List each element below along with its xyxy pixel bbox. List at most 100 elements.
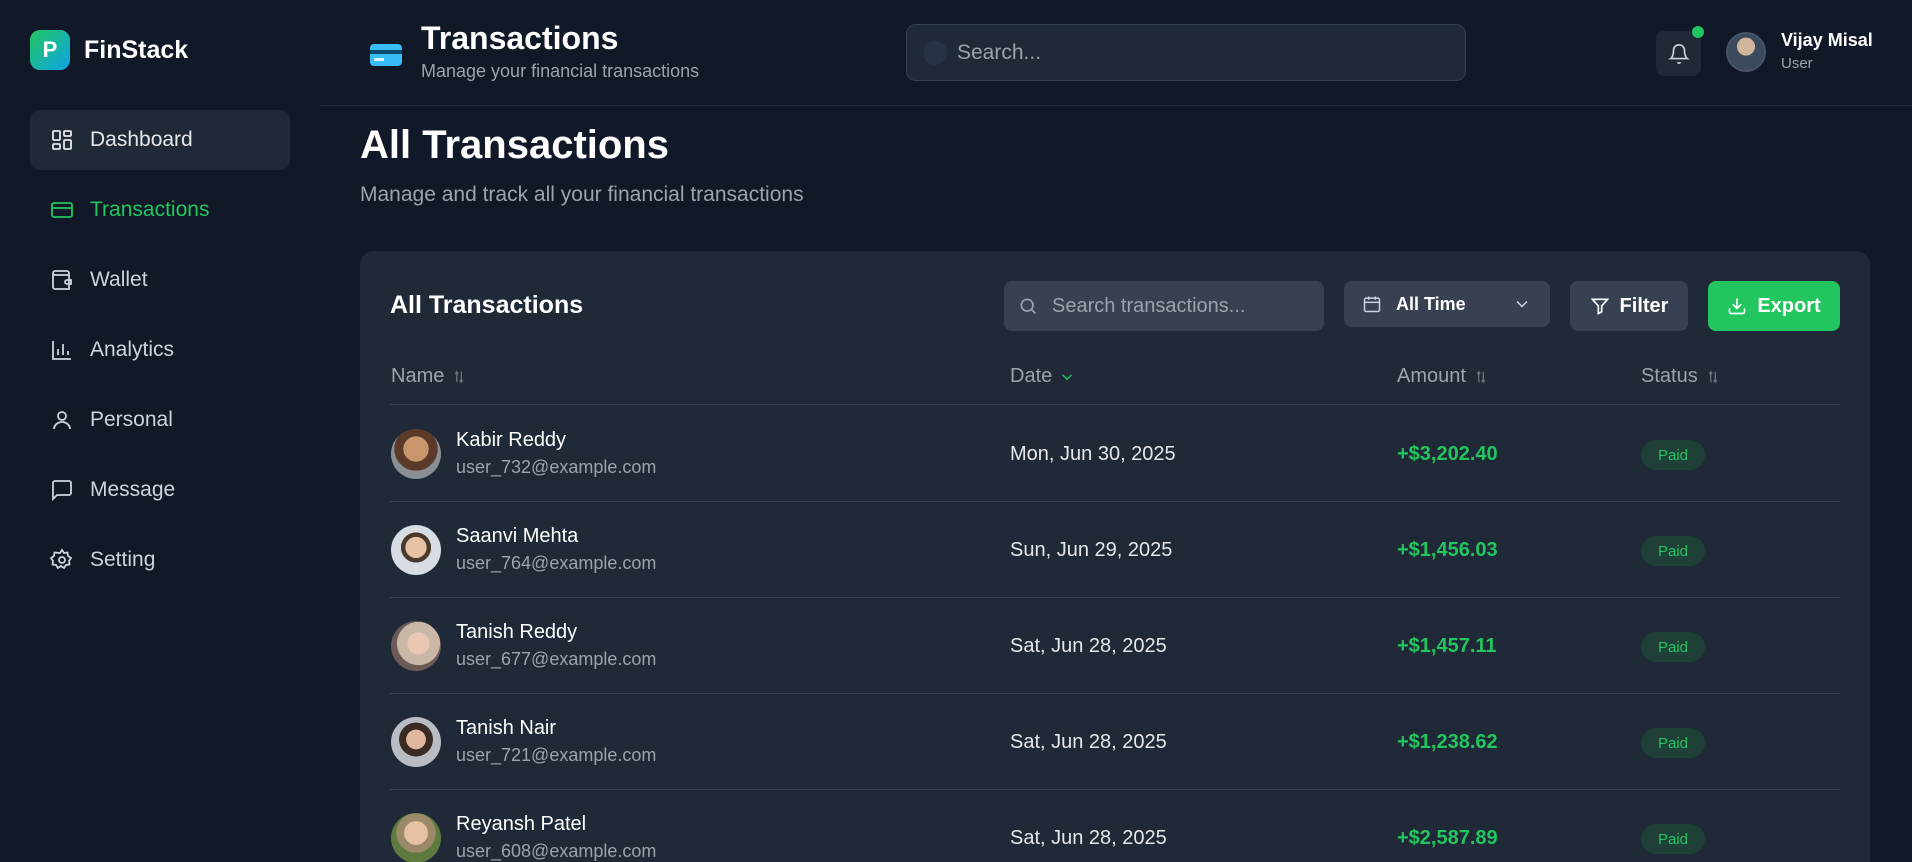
- row-amount: +$1,457.11: [1397, 635, 1497, 657]
- notifications-button[interactable]: [1656, 31, 1701, 76]
- sidebar: P FinStack Dashboard Transactions Wallet…: [0, 0, 320, 862]
- row-email: user_764@example.com: [456, 553, 657, 573]
- row-email: user_732@example.com: [456, 457, 657, 477]
- sidebar-item-label: Personal: [90, 408, 173, 431]
- user-name[interactable]: Vijay Misal: [1781, 30, 1873, 51]
- transactions-search-input[interactable]: [1052, 294, 1302, 318]
- table-row[interactable]: Tanish Reddy user_677@example.com Sat, J…: [390, 598, 1840, 694]
- row-email: user_677@example.com: [456, 649, 657, 669]
- sort-icon: [455, 370, 464, 383]
- filter-button[interactable]: Filter: [1570, 281, 1688, 331]
- table-row[interactable]: Saanvi Mehta user_764@example.com Sun, J…: [390, 502, 1840, 598]
- row-date: Sat, Jun 28, 2025: [1010, 635, 1167, 657]
- calendar-icon: [1363, 296, 1381, 313]
- avatar: [391, 429, 441, 479]
- card-title: All Transactions: [390, 291, 584, 319]
- sidebar-item-analytics[interactable]: Analytics: [30, 320, 290, 380]
- sidebar-item-label: Message: [90, 478, 176, 501]
- global-search[interactable]: [906, 24, 1466, 81]
- global-search-input[interactable]: [957, 40, 1437, 65]
- row-email: user_608@example.com: [456, 841, 657, 861]
- brand-name: FinStack: [84, 35, 189, 64]
- column-header-name[interactable]: Name: [391, 365, 468, 388]
- table-row[interactable]: Reyansh Patel user_608@example.com Sat, …: [390, 790, 1840, 862]
- credit-card-icon: [370, 44, 402, 66]
- row-amount: +$1,238.62: [1397, 731, 1498, 753]
- status-badge: Paid: [1641, 824, 1705, 854]
- filter-icon: [1590, 298, 1609, 315]
- row-name: Kabir Reddy: [456, 429, 567, 451]
- date-range-select[interactable]: All Time: [1344, 281, 1550, 327]
- column-label: Name: [391, 365, 445, 387]
- status-badge: Paid: [1641, 536, 1705, 566]
- header-title: Transactions: [421, 20, 619, 56]
- export-button[interactable]: Export: [1708, 281, 1840, 331]
- avatar: [391, 813, 441, 862]
- chevron-down-icon: [1516, 300, 1528, 308]
- row-date: Sat, Jun 28, 2025: [1010, 827, 1167, 849]
- table-header: Name Date Amount Status: [390, 351, 1840, 405]
- sidebar-item-message[interactable]: Message: [30, 460, 290, 520]
- status-badge: Paid: [1641, 440, 1705, 470]
- status-badge: Paid: [1641, 632, 1705, 662]
- brand[interactable]: P FinStack: [30, 30, 188, 70]
- gear-icon: [50, 548, 73, 570]
- header-subtitle: Manage your financial transactions: [421, 61, 700, 81]
- sidebar-item-wallet[interactable]: Wallet: [30, 250, 290, 310]
- table-row[interactable]: Kabir Reddy user_732@example.com Mon, Ju…: [390, 406, 1840, 502]
- row-name: Reyansh Patel: [456, 813, 587, 835]
- message-icon: [52, 480, 72, 502]
- avatar: [391, 717, 441, 767]
- bar-chart-icon: [52, 341, 71, 360]
- status-badge: Paid: [1641, 728, 1705, 758]
- avatar: [391, 525, 441, 575]
- sidebar-item-label: Dashboard: [90, 128, 193, 151]
- sidebar-item-transactions[interactable]: Transactions: [30, 180, 290, 240]
- column-label: Date: [1010, 365, 1053, 387]
- row-name: Tanish Nair: [456, 717, 557, 739]
- sidebar-item-label: Analytics: [90, 338, 175, 361]
- row-amount: +$1,456.03: [1397, 539, 1498, 561]
- sidebar-item-label: Setting: [90, 548, 156, 571]
- page-title: All Transactions: [360, 123, 669, 167]
- download-icon: [1728, 298, 1746, 315]
- row-amount: +$3,202.40: [1397, 443, 1498, 465]
- row-date: Sat, Jun 28, 2025: [1010, 731, 1167, 753]
- bell-icon: [1667, 43, 1690, 64]
- row-date: Sun, Jun 29, 2025: [1010, 539, 1173, 561]
- notification-dot: [1692, 26, 1704, 38]
- brand-logo: P: [30, 30, 70, 70]
- row-name: Tanish Reddy: [456, 621, 578, 643]
- sort-icon: [1708, 370, 1718, 383]
- row-name: Saanvi Mehta: [456, 525, 579, 547]
- column-label: Amount: [1397, 365, 1466, 387]
- sort-icon: [1476, 370, 1486, 383]
- avatar: [391, 621, 441, 671]
- row-email: user_721@example.com: [456, 745, 657, 765]
- search-icon: [923, 40, 947, 65]
- chevron-down-icon: [1062, 373, 1073, 380]
- date-range-label: All Time: [1396, 293, 1466, 314]
- wallet-icon: [52, 270, 72, 290]
- sidebar-item-personal[interactable]: Personal: [30, 390, 290, 450]
- row-date: Mon, Jun 30, 2025: [1010, 443, 1176, 465]
- top-header: Transactions Manage your financial trans…: [320, 0, 1912, 106]
- column-header-date[interactable]: Date: [1010, 365, 1076, 388]
- user-icon: [53, 411, 71, 430]
- column-header-status[interactable]: Status: [1641, 365, 1722, 388]
- credit-card-icon: [51, 202, 73, 218]
- row-amount: +$2,587.89: [1397, 827, 1498, 849]
- table-row[interactable]: Tanish Nair user_721@example.com Sat, Ju…: [390, 694, 1840, 790]
- transactions-card: All Transactions All Time Filter Export …: [360, 251, 1870, 862]
- column-label: Status: [1641, 365, 1698, 387]
- sidebar-item-label: Wallet: [90, 268, 148, 291]
- sidebar-item-setting[interactable]: Setting: [30, 530, 290, 590]
- sidebar-item-dashboard[interactable]: Dashboard: [30, 110, 290, 170]
- page-subtitle: Manage and track all your financial tran…: [360, 183, 804, 206]
- column-header-amount[interactable]: Amount: [1397, 365, 1490, 388]
- sidebar-item-label: Transactions: [90, 198, 210, 221]
- transactions-search[interactable]: [1004, 281, 1324, 331]
- search-icon: [1020, 298, 1037, 315]
- avatar[interactable]: [1726, 32, 1766, 72]
- sidebar-nav: Dashboard Transactions Wallet Analytics …: [30, 110, 290, 600]
